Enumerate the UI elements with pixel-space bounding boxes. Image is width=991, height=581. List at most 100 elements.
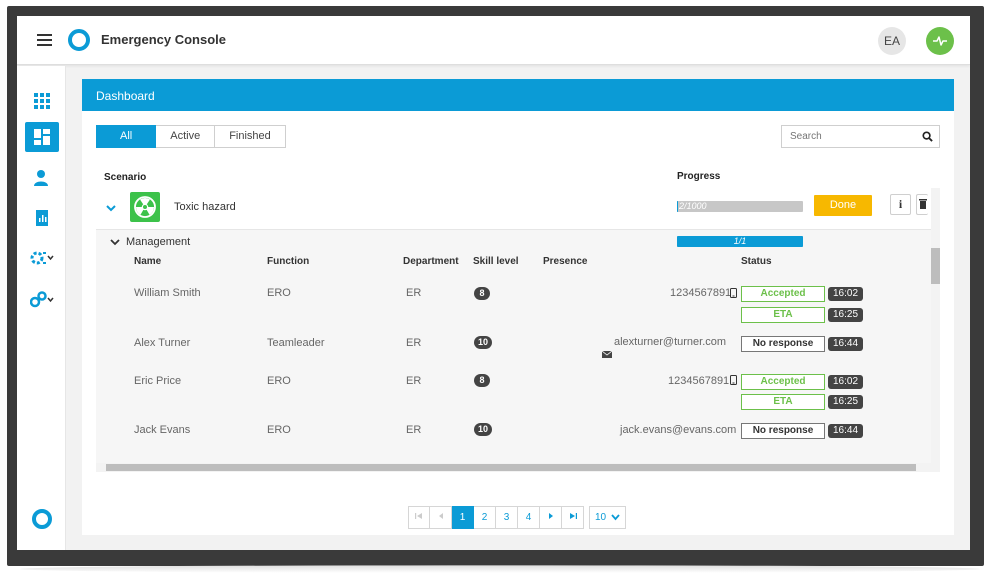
member-department: ER xyxy=(406,424,422,436)
app-logo xyxy=(68,29,90,51)
dashboard-icon xyxy=(34,129,50,145)
app-title: Emergency Console xyxy=(101,32,226,47)
user-avatar[interactable]: EA xyxy=(878,27,906,55)
member-name: Jack Evans xyxy=(134,424,191,436)
heartbeat-icon[interactable] xyxy=(926,27,954,55)
status-accepted[interactable]: Accepted xyxy=(741,286,825,302)
delete-button[interactable] xyxy=(916,194,928,215)
status-time: 16:25 xyxy=(828,308,863,322)
scenario-progress-bar: 2/1000 xyxy=(677,201,803,212)
app-screen: Emergency Console EA Dashboard All Activ… xyxy=(17,16,970,550)
search-box xyxy=(781,125,940,148)
vertical-scrollbar[interactable] xyxy=(931,188,940,463)
status-time: 16:25 xyxy=(828,395,863,409)
member-function: Teamleader xyxy=(267,337,325,349)
member-presence[interactable]: alexturner@turner.com xyxy=(614,336,726,348)
first-page-button[interactable] xyxy=(408,506,430,529)
member-name: Eric Price xyxy=(134,375,182,387)
top-bar: Emergency Console EA xyxy=(17,16,970,65)
header-function: Function xyxy=(267,256,310,267)
skill-badge: 10 xyxy=(474,336,493,349)
chevron-down-icon[interactable] xyxy=(106,203,116,213)
status-time: 16:02 xyxy=(828,375,863,389)
sidebar-item-apps[interactable] xyxy=(25,86,59,116)
scroll-thumb[interactable] xyxy=(931,248,940,284)
next-page-button[interactable] xyxy=(540,506,562,529)
app-logo-small[interactable] xyxy=(32,509,52,529)
chevron-down-icon[interactable] xyxy=(110,237,120,247)
horizontal-scrollbar[interactable] xyxy=(96,463,940,472)
user-icon xyxy=(34,170,48,186)
first-page-icon xyxy=(415,513,422,519)
filter-all[interactable]: All xyxy=(96,125,157,148)
sidebar-item-reports[interactable] xyxy=(25,203,59,233)
status-accepted[interactable]: Accepted xyxy=(741,374,825,390)
group-name: Management xyxy=(126,236,191,248)
sidebar xyxy=(17,66,66,550)
status-time: 16:44 xyxy=(828,337,863,351)
search-input[interactable] xyxy=(782,126,912,147)
search-icon[interactable] xyxy=(922,131,933,142)
member-function: ERO xyxy=(267,287,291,299)
member-name: William Smith xyxy=(134,287,201,299)
column-scenario: Scenario xyxy=(104,172,147,183)
header-name: Name xyxy=(134,256,162,267)
page-size-value: 10 xyxy=(595,512,607,523)
flow-icon xyxy=(30,251,54,265)
sidebar-item-scenarios[interactable] xyxy=(25,243,59,273)
info-icon: i xyxy=(898,197,903,211)
page-3[interactable]: 3 xyxy=(496,506,518,529)
sidebar-item-dashboard[interactable] xyxy=(25,122,59,152)
status-no-response[interactable]: No response xyxy=(741,336,825,352)
status-eta[interactable]: ETA xyxy=(741,307,825,323)
status-filter: All Active Finished xyxy=(96,125,286,148)
scenario-name: Toxic hazard xyxy=(174,201,236,213)
dashboard-panel: Dashboard All Active Finished Scenario P… xyxy=(82,79,954,535)
group-progress-label: 1/1 xyxy=(733,236,747,246)
chevron-down-icon xyxy=(611,514,620,521)
filter-active[interactable]: Active xyxy=(156,125,216,148)
gears-icon xyxy=(30,291,54,308)
header-skill-level: Skill level xyxy=(473,256,519,267)
page-4[interactable]: 4 xyxy=(518,506,540,529)
sidebar-item-users[interactable] xyxy=(25,163,59,193)
page-1[interactable]: 1 xyxy=(452,506,474,529)
report-icon xyxy=(36,210,48,226)
member-department: ER xyxy=(406,337,422,349)
status-time: 16:02 xyxy=(828,287,863,301)
prev-page-button[interactable] xyxy=(430,506,452,529)
scenario-progress-label: 2/1000 xyxy=(679,201,707,211)
done-button[interactable]: Done xyxy=(814,195,872,216)
skill-badge: 8 xyxy=(474,287,490,300)
sidebar-item-settings[interactable] xyxy=(25,284,59,314)
page-size-select[interactable]: 10 xyxy=(589,506,626,529)
last-page-button[interactable] xyxy=(562,506,584,529)
member-function: ERO xyxy=(267,375,291,387)
member-presence[interactable]: jack.evans@evans.com xyxy=(620,424,736,436)
scroll-thumb[interactable] xyxy=(106,464,916,471)
member-presence[interactable]: 1234567891 xyxy=(670,287,731,299)
group-progress-bar: 1/1 xyxy=(677,236,803,247)
page-2[interactable]: 2 xyxy=(474,506,496,529)
filter-finished[interactable]: Finished xyxy=(215,125,286,148)
last-page-icon xyxy=(569,513,577,519)
status-no-response[interactable]: No response xyxy=(741,423,825,439)
hazard-icon xyxy=(130,192,160,222)
prev-page-icon xyxy=(438,513,443,519)
member-department: ER xyxy=(406,375,422,387)
member-function: ERO xyxy=(267,424,291,436)
email-icon xyxy=(602,351,612,358)
group-details: Management 1/1 Name Function Department … xyxy=(96,230,931,463)
column-progress: Progress xyxy=(677,171,721,182)
member-presence[interactable]: 1234567891 xyxy=(668,375,729,387)
header-department: Department xyxy=(403,256,459,267)
info-button[interactable]: i xyxy=(890,194,911,215)
menu-icon[interactable] xyxy=(37,34,52,47)
status-eta[interactable]: ETA xyxy=(741,394,825,410)
scenario-row[interactable]: Toxic hazard 2/1000 Done i xyxy=(96,188,940,230)
skill-badge: 10 xyxy=(474,423,493,436)
skill-badge: 8 xyxy=(474,374,490,387)
phone-icon xyxy=(730,375,737,385)
next-page-icon xyxy=(548,513,553,519)
panel-title: Dashboard xyxy=(82,79,954,111)
